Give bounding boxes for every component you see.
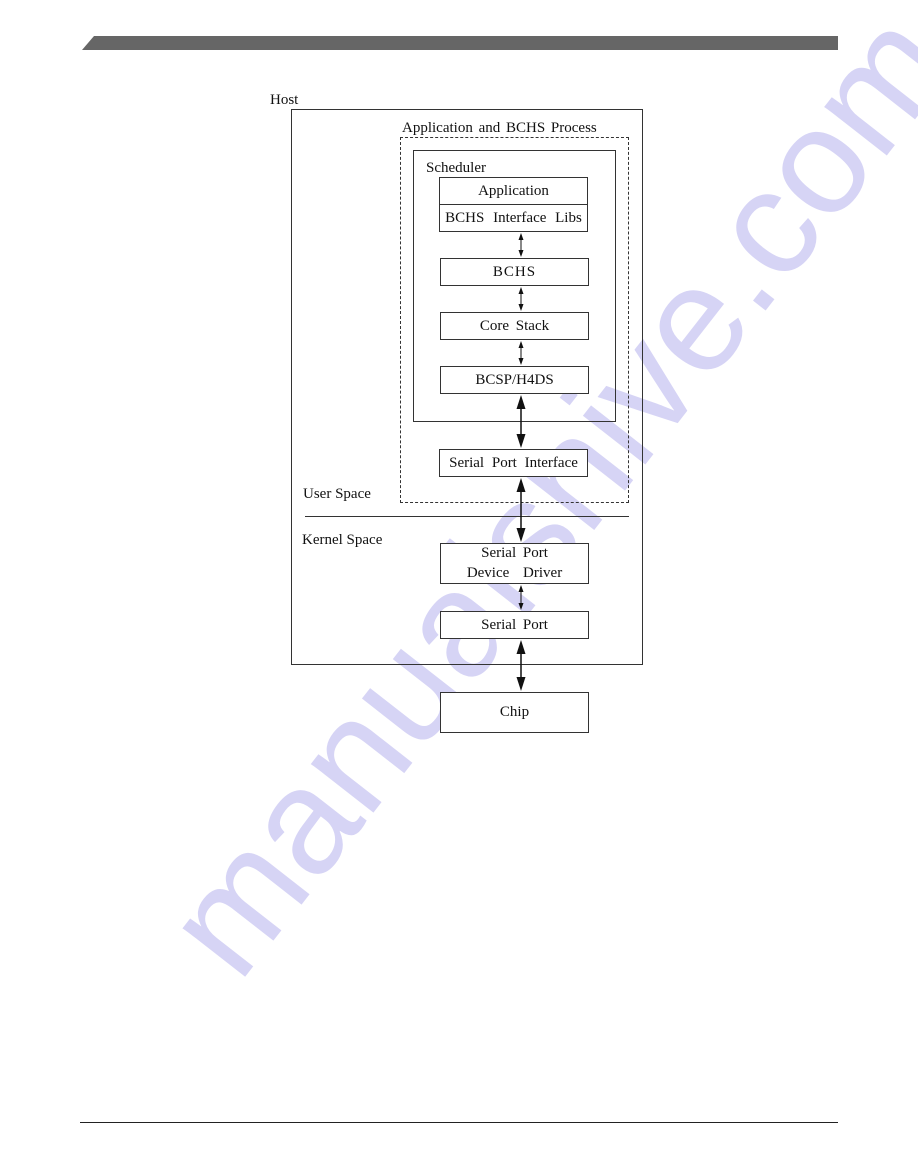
arrowhead-up-icon — [518, 585, 524, 592]
arrow-libs-to-bchs — [518, 233, 524, 257]
arrowhead-up-icon — [518, 341, 524, 348]
arrowhead-down-icon — [516, 528, 526, 542]
arrowhead-up-icon — [516, 395, 526, 409]
arrowhead-down-icon — [518, 358, 524, 365]
arrowhead-up-icon — [516, 640, 526, 654]
arrow-core-stack-to-bcsp — [518, 341, 524, 365]
arrowhead-down-icon — [518, 250, 524, 257]
arrowhead-up-icon — [518, 233, 524, 240]
arrow-serial-interface-to-driver — [516, 478, 526, 542]
arrowhead-down-icon — [518, 304, 524, 311]
connector-arrows — [516, 233, 526, 691]
arrow-serial-port-to-chip — [516, 640, 526, 691]
arrow-bcsp-to-serial-interface — [516, 395, 526, 448]
arrowhead-down-icon — [516, 677, 526, 691]
arrowhead-up-icon — [518, 287, 524, 294]
footer-rule — [80, 1122, 838, 1123]
arrowhead-up-icon — [516, 478, 526, 492]
arrow-driver-to-serial-port — [518, 585, 524, 610]
arrowhead-down-icon — [516, 434, 526, 448]
arrow-bchs-to-core-stack — [518, 287, 524, 311]
arrowhead-down-icon — [518, 603, 524, 610]
